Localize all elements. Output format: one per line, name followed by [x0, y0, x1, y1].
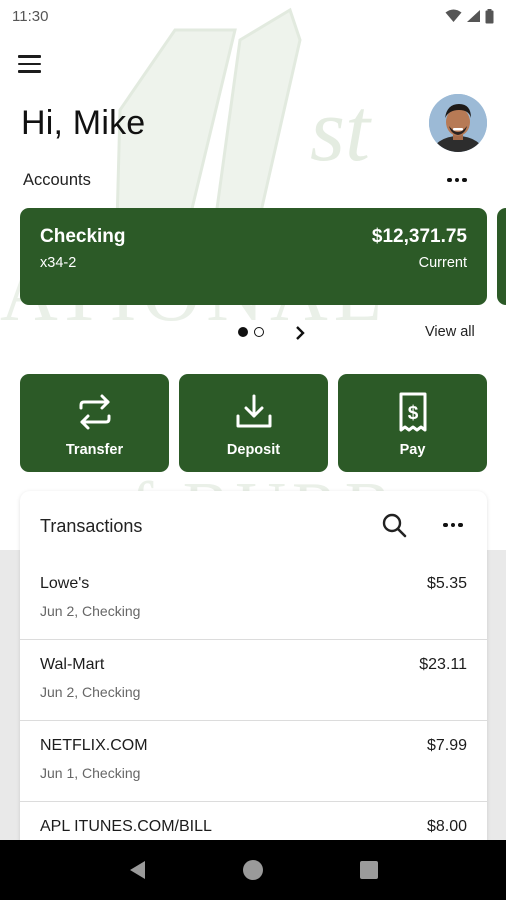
wifi-icon	[445, 9, 462, 22]
view-all-link[interactable]: View all	[425, 324, 475, 340]
pager-dot-active[interactable]	[238, 327, 248, 337]
accounts-label: Accounts	[23, 171, 91, 189]
status-time: 11:30	[12, 7, 49, 25]
transaction-merchant: Wal-Mart	[40, 656, 105, 673]
search-icon[interactable]	[381, 512, 407, 538]
more-horizontal-icon[interactable]	[440, 518, 466, 532]
menu-icon[interactable]	[18, 50, 52, 78]
battery-icon	[485, 8, 494, 23]
transaction-meta: Jun 2, Checking	[40, 684, 141, 700]
account-balance: $12,371.75	[371, 226, 467, 247]
next-account-card-peek[interactable]	[497, 208, 506, 305]
svg-text:$: $	[407, 403, 418, 424]
carousel-pager	[238, 327, 264, 337]
pay-button[interactable]: $ Pay	[338, 374, 487, 472]
account-status: Current	[418, 255, 467, 271]
account-card-checking[interactable]: Checking x34-2 $12,371.75 Current	[20, 208, 487, 305]
account-number: x34-2	[40, 255, 77, 271]
system-nav-bar	[0, 840, 506, 900]
status-icons	[445, 8, 494, 24]
more-horizontal-icon[interactable]	[444, 170, 470, 190]
transaction-row[interactable]: NETFLIX.COM Jun 1, Checking $7.99	[20, 721, 487, 802]
transactions-title: Transactions	[40, 516, 143, 536]
avatar[interactable]	[429, 94, 487, 152]
transfer-button[interactable]: Transfer	[20, 374, 169, 472]
transaction-merchant: NETFLIX.COM	[40, 737, 148, 754]
chevron-right-icon[interactable]	[293, 324, 307, 342]
transaction-merchant: Lowe's	[40, 575, 90, 592]
deposit-button[interactable]: Deposit	[179, 374, 328, 472]
transfer-label: Transfer	[65, 442, 124, 458]
download-tray-icon	[236, 394, 271, 428]
transaction-amount: $23.11	[419, 656, 467, 673]
account-name: Checking	[40, 226, 126, 247]
transaction-row[interactable]: Wal-Mart Jun 2, Checking $23.11	[20, 640, 487, 721]
pager-dot[interactable]	[254, 327, 264, 337]
transaction-meta: Jun 2, Checking	[40, 603, 141, 619]
back-icon[interactable]	[127, 859, 147, 881]
greeting-title: Hi, Mike	[21, 104, 146, 142]
transfer-arrows-icon	[79, 394, 110, 430]
transaction-merchant: APL ITUNES.COM/BILL	[40, 818, 212, 835]
transaction-amount: $5.35	[426, 575, 467, 592]
transaction-amount: $7.99	[426, 737, 467, 754]
status-bar: 11:30	[0, 0, 506, 32]
transaction-row[interactable]: Lowe's Jun 2, Checking $5.35	[20, 559, 487, 640]
deposit-label: Deposit	[226, 442, 281, 458]
signal-icon	[467, 10, 480, 22]
svg-text:st: st	[310, 81, 372, 180]
transaction-amount: $8.00	[426, 818, 467, 835]
transactions-card: Transactions Lowe's Jun 2, Checking $5.3…	[20, 491, 487, 851]
transaction-meta: Jun 1, Checking	[40, 765, 141, 781]
receipt-dollar-icon: $	[399, 392, 426, 432]
pay-label: Pay	[399, 442, 426, 458]
recents-icon[interactable]	[359, 860, 379, 880]
home-icon[interactable]	[241, 858, 265, 882]
